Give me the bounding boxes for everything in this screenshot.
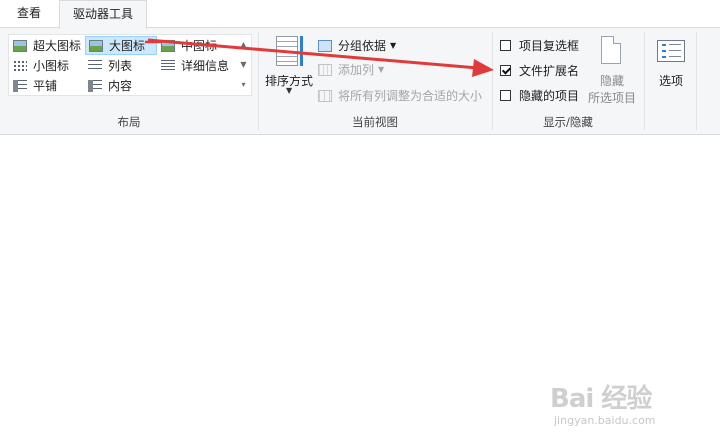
group-by-icon: [318, 39, 332, 52]
checkbox-label: 项目复选框: [519, 39, 580, 53]
content-icon: [88, 79, 102, 92]
watermark-url: jingyan.baidu.com: [554, 414, 656, 427]
group-by-label: 分组依据: [338, 39, 387, 53]
checkbox[interactable]: [500, 90, 511, 101]
fit-columns-button[interactable]: 将所有列调整为合适的大小: [318, 86, 482, 105]
tab-view[interactable]: 查看: [6, 0, 52, 28]
group-by-button[interactable]: 分组依据 ▼: [318, 36, 396, 55]
fit-columns-label: 将所有列调整为合适的大小: [338, 89, 483, 103]
file-extensions-toggle[interactable]: 文件扩展名: [500, 61, 579, 80]
layout-tiles[interactable]: 平铺: [13, 76, 57, 95]
layout-group-label: 布局: [117, 115, 141, 129]
layout-item-label: 内容: [108, 79, 133, 93]
chevron-down-icon: ▼: [286, 86, 293, 95]
layout-item-label: 小图标: [33, 59, 70, 73]
layout-list[interactable]: 列表: [88, 56, 132, 75]
hidden-items-toggle[interactable]: 隐藏的项目: [500, 86, 579, 105]
sort-by-button[interactable]: 排序方式 ▼: [262, 34, 316, 110]
group-divider: [644, 32, 645, 130]
layout-item-label: 详细信息: [181, 59, 230, 73]
ribbon-panel: 超大图标 大图标 中图标 小图标 列表 详细信息 平铺 内容 ▲ ▼ ▾ 布局 …: [0, 28, 720, 135]
group-divider: [696, 32, 697, 130]
fit-columns-icon: [318, 89, 332, 102]
details-icon: [161, 59, 175, 72]
layout-details[interactable]: 详细信息: [161, 56, 229, 75]
gallery-expand-icon[interactable]: ▾: [237, 75, 250, 95]
show-hide-group-label: 显示/隐藏: [543, 115, 593, 129]
sort-by-icon: [276, 36, 298, 66]
layout-item-label: 大图标: [109, 39, 146, 53]
item-checkboxes-toggle[interactable]: 项目复选框: [500, 36, 579, 55]
tiles-icon: [13, 79, 27, 92]
chevron-down-icon: ▼: [390, 41, 397, 50]
layout-medium-icons[interactable]: 中图标: [161, 36, 217, 55]
ribbon-tab-strip: 查看 驱动器工具: [0, 0, 720, 29]
hide-selected-label-line1: 隐藏: [599, 74, 624, 88]
chevron-down-icon: ▼: [378, 65, 385, 74]
layout-large-icons[interactable]: 大图标: [85, 36, 157, 55]
gallery-scroll-up-icon[interactable]: ▲: [237, 35, 250, 55]
watermark: Bai 经验 jingyan.baidu.com: [542, 378, 712, 438]
watermark-brand: Bai 经验: [550, 384, 652, 414]
sort-arrow-icon: [300, 36, 303, 66]
options-button[interactable]: 选项: [650, 34, 692, 110]
extra-large-icons-icon: [13, 39, 27, 52]
layout-content[interactable]: 内容: [88, 76, 132, 95]
hide-selected-items-button[interactable]: 隐藏 所选项目: [586, 34, 638, 110]
large-icons-icon: [89, 39, 103, 52]
small-icons-icon: [13, 59, 27, 72]
add-columns-button[interactable]: 添加列 ▼: [318, 60, 384, 79]
layout-gallery: 超大图标 大图标 中图标 小图标 列表 详细信息 平铺 内容 ▲ ▼ ▾: [8, 34, 252, 96]
document-icon: [601, 36, 621, 64]
layout-item-label: 列表: [108, 59, 133, 73]
layout-item-label: 超大图标: [33, 39, 82, 53]
current-view-group-label: 当前视图: [352, 115, 398, 129]
tab-drive-tools[interactable]: 驱动器工具: [59, 0, 147, 29]
list-icon: [88, 59, 102, 72]
checkbox[interactable]: [500, 65, 511, 76]
layout-small-icons[interactable]: 小图标: [13, 56, 69, 75]
layout-item-label: 中图标: [181, 39, 218, 53]
layout-extra-large-icons[interactable]: 超大图标: [13, 36, 81, 55]
add-columns-label: 添加列: [338, 63, 375, 77]
hide-selected-label-line2: 所选项目: [587, 91, 636, 105]
medium-icons-icon: [161, 39, 175, 52]
gallery-scroll-down-icon[interactable]: ▼: [237, 55, 250, 75]
checkbox-label: 隐藏的项目: [519, 89, 580, 103]
options-icon: [657, 40, 685, 62]
checkbox-label: 文件扩展名: [519, 64, 580, 78]
add-columns-icon: [318, 63, 332, 76]
checkbox[interactable]: [500, 40, 511, 51]
layout-item-label: 平铺: [33, 79, 58, 93]
options-label: 选项: [658, 74, 683, 88]
